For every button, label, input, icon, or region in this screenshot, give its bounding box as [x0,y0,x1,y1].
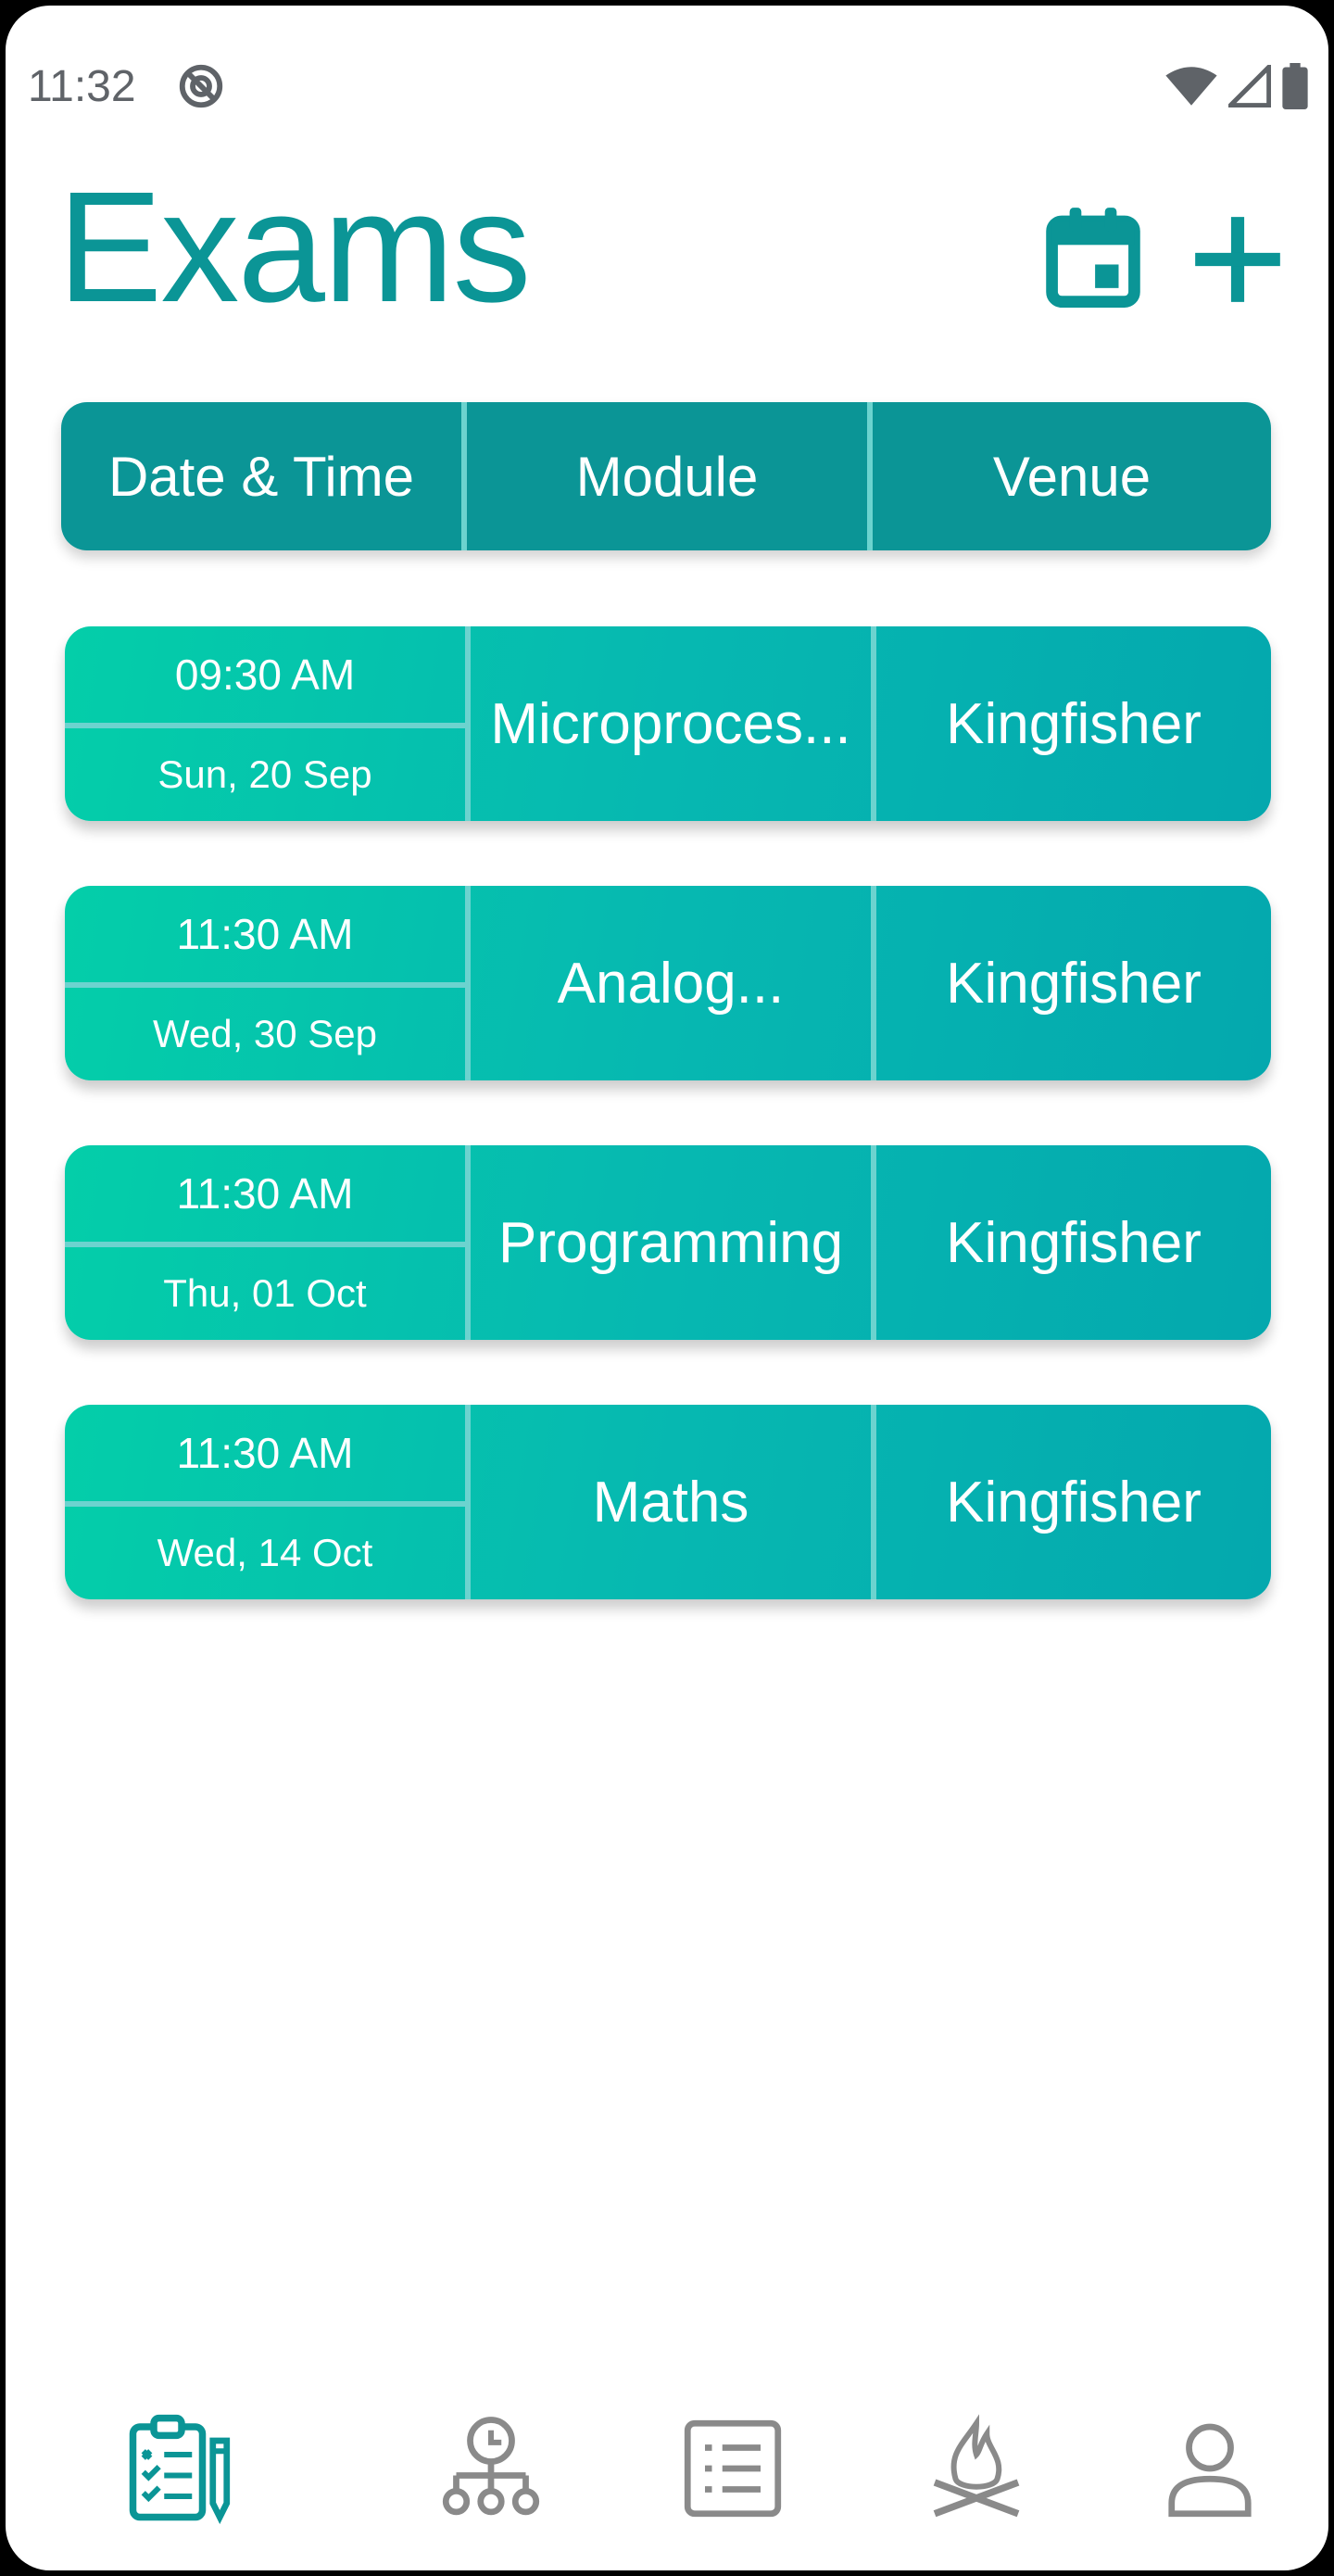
exam-module: Microproces... [490,691,851,756]
page-header: Exams [6,154,1328,367]
exams-icon[interactable] [126,2413,237,2524]
exam-row[interactable]: 11:30 AM Thu, 01 Oct Programming Kingfis… [65,1145,1271,1340]
column-header-module: Module [575,445,759,508]
timetable-icon[interactable] [435,2413,547,2524]
exam-row[interactable]: 11:30 AM Wed, 14 Oct Maths Kingfisher [65,1405,1271,1599]
exam-row[interactable]: 11:30 AM Wed, 30 Sep Analog... Kingfishe… [65,886,1271,1080]
table-header: Date & Time Module Venue [61,402,1271,550]
exam-venue: Kingfisher [946,951,1202,1016]
exam-time: 11:30 AM [176,1169,354,1218]
exam-date-time: 11:30 AM Wed, 30 Sep [65,886,465,1080]
calendar-icon[interactable] [1045,206,1141,308]
exam-module: Maths [592,1470,749,1534]
add-exam-button[interactable] [1191,213,1284,306]
exam-date-time: 09:30 AM Sun, 20 Sep [65,626,465,821]
do-not-disturb-icon [179,64,223,108]
exam-date: Wed, 30 Sep [152,1012,378,1055]
bottom-navigation [6,2413,1328,2570]
exam-venue: Kingfisher [946,691,1202,756]
exam-date-time: 11:30 AM Thu, 01 Oct [65,1145,465,1340]
column-header-venue: Venue [992,445,1152,508]
campfire-icon[interactable] [921,2413,1032,2524]
exam-list: 09:30 AM Sun, 20 Sep Microproces... King… [65,626,1271,1664]
page-title: Exams [57,159,532,335]
exam-date: Wed, 14 Oct [157,1531,373,1574]
exam-venue: Kingfisher [946,1470,1202,1534]
status-bar: 11:32 [6,6,1328,154]
exam-date: Thu, 01 Oct [163,1271,367,1315]
exam-venue: Kingfisher [946,1210,1202,1275]
exam-date-time: 11:30 AM Wed, 14 Oct [65,1405,465,1599]
wifi-icon [1165,67,1217,106]
tasks-icon[interactable] [677,2413,788,2524]
phone-screen: 11:32 Exams Date & Time Module Venue 09:… [6,6,1328,2570]
exam-module: Analog... [557,951,785,1016]
exam-row[interactable]: 09:30 AM Sun, 20 Sep Microproces... King… [65,626,1271,821]
status-icons [1165,61,1308,111]
profile-icon[interactable] [1154,2413,1265,2524]
exam-time: 09:30 AM [174,650,356,699]
column-header-date-time: Date & Time [107,445,415,508]
exam-time: 11:30 AM [176,1429,354,1477]
exam-time: 11:30 AM [176,910,354,958]
exam-date: Sun, 20 Sep [157,752,372,796]
signal-icon [1228,65,1271,107]
status-time: 11:32 [28,62,136,111]
battery-icon [1282,63,1308,109]
exam-module: Programming [497,1210,844,1275]
